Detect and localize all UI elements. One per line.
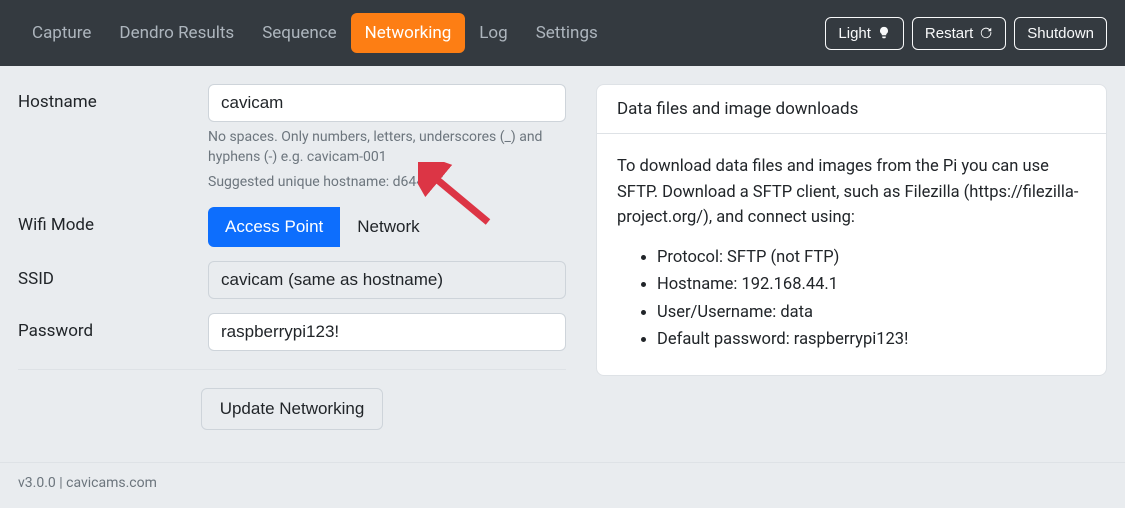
light-button-label: Light bbox=[838, 25, 871, 42]
form-divider bbox=[18, 369, 566, 370]
hostname-input[interactable] bbox=[208, 84, 566, 122]
downloads-intro: To download data files and images from t… bbox=[617, 154, 1086, 231]
light-button[interactable]: Light bbox=[825, 17, 904, 50]
list-item: Protocol: SFTP (not FTP) bbox=[657, 245, 1086, 271]
restart-icon bbox=[979, 26, 993, 40]
wifi-mode-network-button[interactable]: Network bbox=[340, 207, 436, 247]
nav-item-dendro-results[interactable]: Dendro Results bbox=[105, 13, 248, 53]
downloads-card-title: Data files and image downloads bbox=[597, 85, 1106, 134]
list-item: User/Username: data bbox=[657, 300, 1086, 326]
nav-left: Capture Dendro Results Sequence Networki… bbox=[18, 13, 612, 53]
password-input[interactable] bbox=[208, 313, 566, 351]
update-networking-button[interactable]: Update Networking bbox=[201, 388, 384, 430]
nav-item-sequence[interactable]: Sequence bbox=[248, 13, 350, 53]
footer: v3.0.0 | cavicams.com bbox=[0, 462, 1125, 508]
navbar: Capture Dendro Results Sequence Networki… bbox=[0, 0, 1125, 66]
nav-right: Light Restart Shutdown bbox=[825, 17, 1107, 50]
content: Hostname No spaces. Only numbers, letter… bbox=[0, 66, 1125, 462]
shutdown-button-label: Shutdown bbox=[1027, 25, 1094, 42]
nav-item-networking[interactable]: Networking bbox=[351, 13, 466, 53]
nav-item-settings[interactable]: Settings bbox=[522, 13, 612, 53]
nav-item-capture[interactable]: Capture bbox=[18, 13, 105, 53]
list-item: Hostname: 192.168.44.1 bbox=[657, 272, 1086, 298]
wifi-mode-access-point-button[interactable]: Access Point bbox=[208, 207, 340, 247]
nav-item-log[interactable]: Log bbox=[465, 13, 521, 53]
password-label: Password bbox=[18, 313, 208, 341]
list-item: Default password: raspberrypi123! bbox=[657, 327, 1086, 353]
hostname-label: Hostname bbox=[18, 84, 208, 112]
wifi-mode-toggle: Access Point Network bbox=[208, 207, 437, 247]
downloads-card: Data files and image downloads To downlo… bbox=[596, 84, 1107, 376]
info-column: Data files and image downloads To downlo… bbox=[596, 84, 1107, 430]
hostname-suggested-text: Suggested unique hostname: d644f86 bbox=[208, 173, 566, 193]
form-column: Hostname No spaces. Only numbers, letter… bbox=[18, 84, 566, 430]
ssid-label: SSID bbox=[18, 261, 208, 289]
ssid-input bbox=[208, 261, 566, 299]
hostname-help-text: No spaces. Only numbers, letters, unders… bbox=[208, 128, 566, 167]
restart-button-label: Restart bbox=[925, 25, 973, 42]
lightbulb-icon bbox=[877, 26, 891, 40]
downloads-list: Protocol: SFTP (not FTP) Hostname: 192.1… bbox=[617, 245, 1086, 353]
restart-button[interactable]: Restart bbox=[912, 17, 1006, 50]
submit-row: Update Networking bbox=[18, 388, 566, 430]
shutdown-button[interactable]: Shutdown bbox=[1014, 17, 1107, 50]
footer-text: v3.0.0 | cavicams.com bbox=[18, 475, 157, 491]
wifi-mode-label: Wifi Mode bbox=[18, 207, 208, 235]
